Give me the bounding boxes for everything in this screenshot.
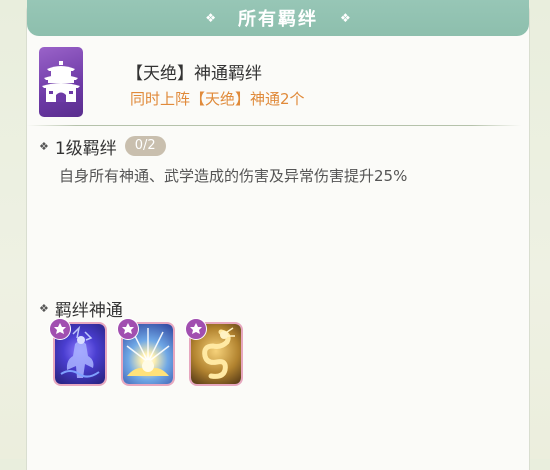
- level-title: 1级羁绊: [54, 138, 117, 159]
- level-progress-badge: 0/2: [124, 136, 166, 156]
- panel-header: ❖ 所有羁绊 ❖: [27, 0, 529, 36]
- bond-condition: 同时上阵【天绝】神通2个: [130, 90, 305, 108]
- skill-card-3[interactable]: [185, 318, 245, 388]
- bond-icon[interactable]: [39, 47, 83, 117]
- skills-header: ❖ 羁绊神通: [39, 296, 123, 321]
- level-description: 自身所有神通、武学造成的伤害及异常伤害提升25%: [59, 167, 408, 185]
- skills-title: 羁绊神通: [54, 300, 123, 321]
- faction-emblem-icon: [185, 318, 207, 340]
- header-ornament-left-icon: ❖: [205, 11, 216, 25]
- bond-name: 【天绝】神通羁绊: [126, 64, 262, 84]
- section-divider: [27, 125, 521, 126]
- header-ornament-right-icon: ❖: [340, 11, 351, 25]
- diamond-bullet-icon: ❖: [39, 139, 49, 153]
- palace-gate-icon: [42, 61, 80, 102]
- bond-card[interactable]: 【天绝】神通羁绊 同时上阵【天绝】神通2个: [39, 47, 519, 117]
- faction-emblem-icon: [117, 318, 139, 340]
- skill-card-1[interactable]: [49, 318, 109, 388]
- panel-title: 所有羁绊: [238, 9, 318, 30]
- level-header: ❖ 1级羁绊 0/2: [39, 134, 166, 159]
- faction-emblem-icon: [49, 318, 71, 340]
- skill-card-2[interactable]: [117, 318, 177, 388]
- diamond-bullet-icon: ❖: [39, 301, 49, 315]
